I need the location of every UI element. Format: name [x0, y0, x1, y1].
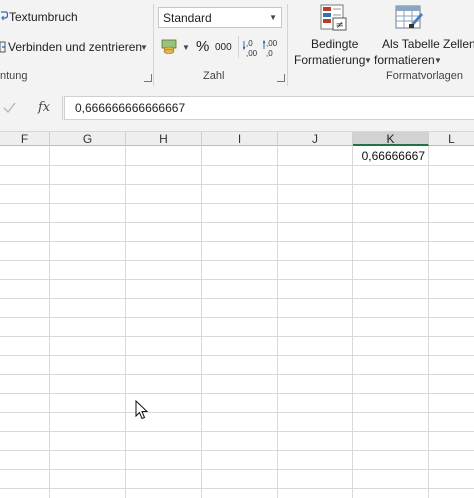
chevron-down-icon: ▼ [269, 13, 277, 22]
format-as-table-button[interactable]: Als Tabelle formatieren ▼ [374, 3, 446, 67]
number-dialog-launcher-icon[interactable] [277, 74, 285, 82]
merge-center-icon [0, 41, 6, 53]
chevron-down-icon: ▼ [140, 43, 148, 52]
merge-center-button[interactable]: Verbinden und zentrieren ▼ [0, 38, 150, 56]
increase-decimal-icon: ,0 ,00 [242, 39, 258, 58]
formula-bar: fx 0,666666666666667 [0, 90, 474, 131]
gridlines [0, 146, 474, 498]
svg-text:,00: ,00 [246, 49, 258, 58]
chevron-down-icon: ▼ [182, 43, 190, 52]
decrease-decimal-button[interactable]: ,00 ,0 [262, 37, 281, 59]
wrap-text-label: Textumbruch [9, 10, 78, 24]
check-icon[interactable] [3, 101, 17, 115]
alignment-dialog-launcher-icon[interactable] [144, 74, 152, 82]
column-header-j[interactable]: J [278, 132, 353, 146]
svg-text:,0: ,0 [246, 39, 253, 48]
alignment-group-label: ntung [0, 70, 28, 82]
accounting-format-button[interactable]: ▼ [160, 37, 190, 57]
column-header-h[interactable]: H [126, 132, 202, 146]
conditional-formatting-label-2: Formatierung [294, 53, 366, 67]
merge-center-label: Verbinden und zentrieren [8, 40, 143, 54]
group-divider [153, 4, 154, 86]
number-format-value: Standard [163, 11, 212, 25]
conditional-formatting-label-1: Bedingte [311, 37, 359, 51]
number-format-select[interactable]: Standard ▼ [158, 7, 282, 28]
ribbon: Textumbruch Verbinden und zentrieren ▼ n… [0, 0, 474, 90]
percent-style-button[interactable]: % [196, 38, 209, 55]
format-as-table-icon [395, 5, 423, 29]
formula-value: 0,666666666666667 [75, 101, 186, 115]
increase-decimal-button[interactable]: ,0 ,00 [242, 37, 261, 59]
group-divider [287, 4, 288, 86]
column-header-f[interactable]: F [0, 132, 50, 146]
column-header-i[interactable]: I [202, 132, 278, 146]
chevron-down-icon: ▼ [364, 56, 372, 65]
mouse-pointer-icon [135, 400, 149, 420]
wrap-text-icon [1, 11, 8, 21]
column-header-k[interactable]: K [353, 132, 429, 146]
worksheet-grid[interactable]: 0,66666667 [0, 146, 474, 498]
cell-k1[interactable]: 0,66666667 [353, 149, 425, 163]
svg-text:≠: ≠ [336, 20, 344, 31]
divider [238, 36, 239, 58]
wrap-text-button[interactable]: Textumbruch [0, 8, 90, 26]
cell-styles-label: Zellen [443, 37, 474, 51]
svg-text:,00: ,00 [266, 39, 278, 48]
accounting-format-icon [161, 39, 177, 54]
fx-icon[interactable]: fx [38, 100, 50, 115]
divider [62, 96, 63, 120]
column-header-l[interactable]: L [429, 132, 474, 146]
column-headers: F G H I J K L [0, 131, 474, 146]
format-as-table-label-1: Als Tabelle [382, 37, 440, 51]
format-as-table-label-2: formatieren [374, 53, 435, 67]
styles-group-label: Formatvorlagen [386, 70, 464, 82]
comma-style-button[interactable]: 000 [215, 42, 232, 53]
conditional-formatting-button[interactable]: ≠ Bedingte Formatierung ▼ [292, 3, 376, 67]
conditional-formatting-icon: ≠ [320, 4, 347, 31]
number-group-label: Zahl [203, 70, 225, 82]
chevron-down-icon: ▼ [434, 56, 442, 65]
cell-styles-button[interactable]: Zellen [443, 3, 474, 67]
decrease-decimal-icon: ,00 ,0 [262, 39, 278, 58]
formula-input[interactable]: 0,666666666666667 [64, 96, 474, 120]
svg-text:,0: ,0 [266, 49, 273, 58]
column-header-g[interactable]: G [50, 132, 126, 146]
